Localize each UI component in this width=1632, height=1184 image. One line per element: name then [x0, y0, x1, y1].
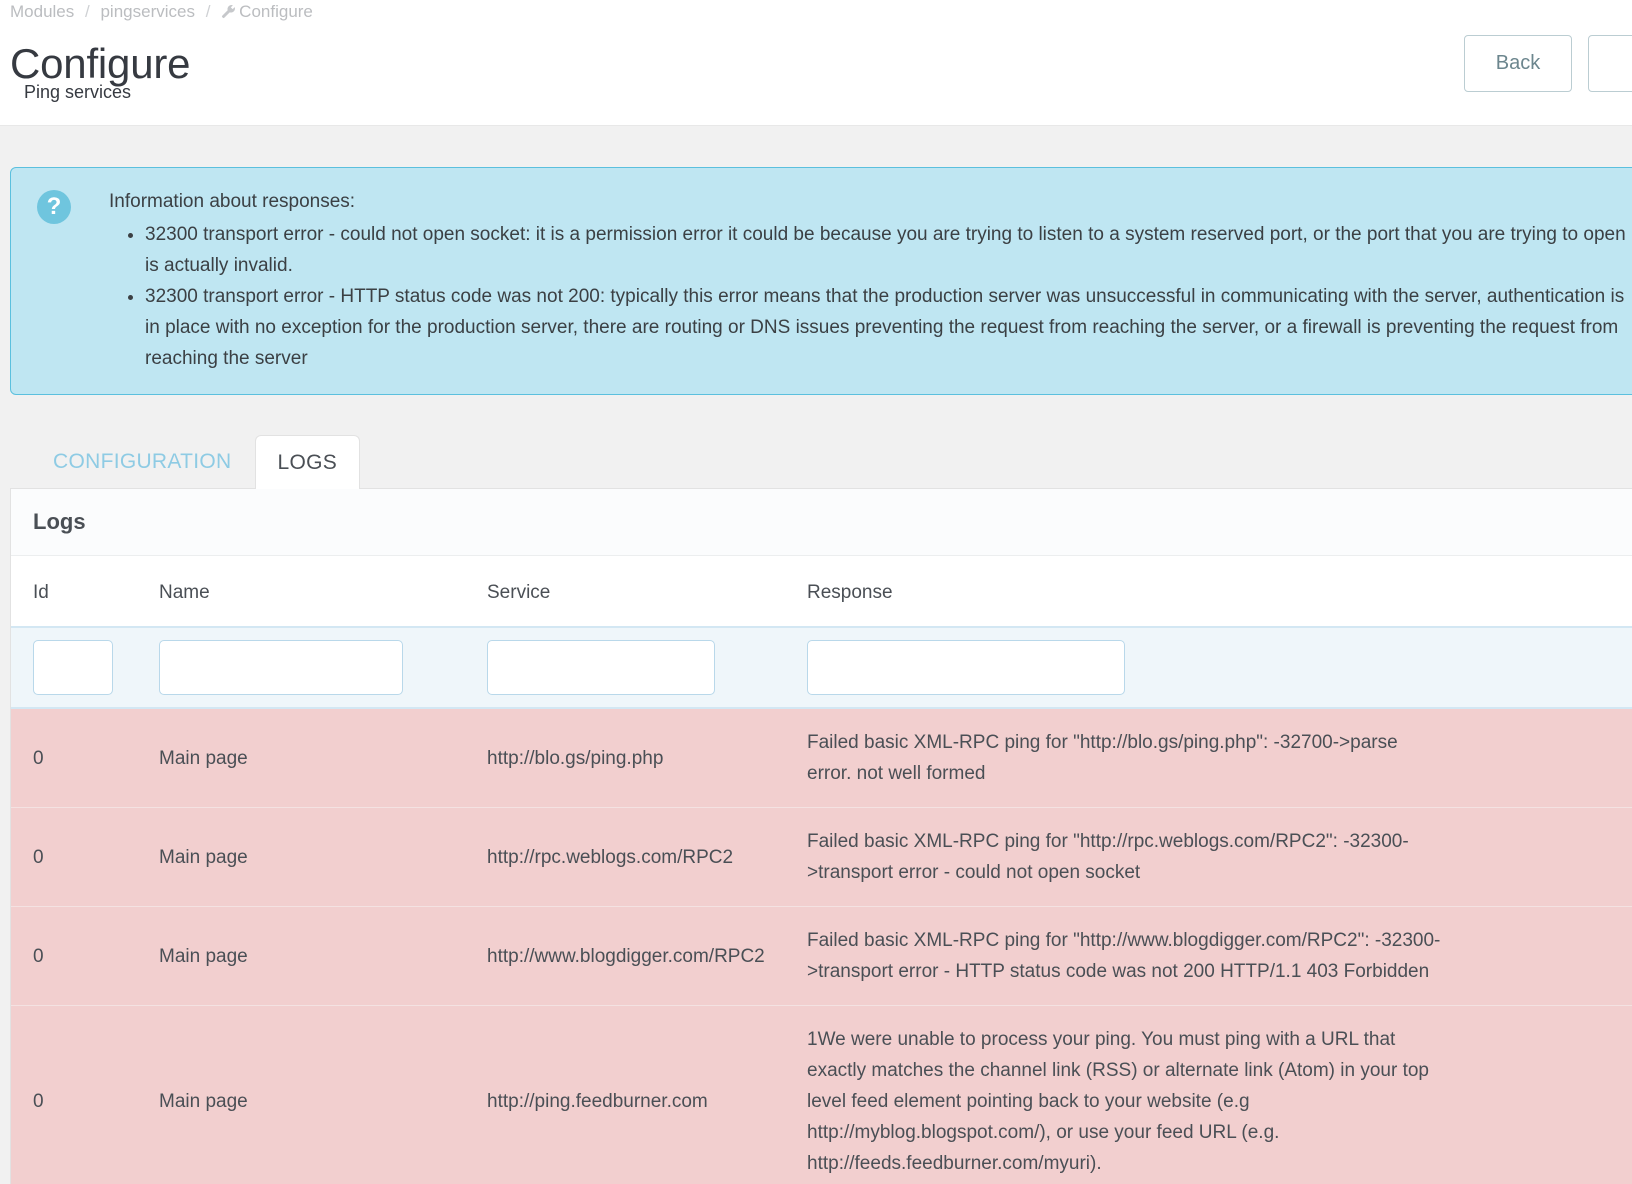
header-actions: Back Tr — [1464, 35, 1632, 92]
filter-cell-actions — [1455, 627, 1632, 709]
cell-response: Failed basic XML-RPC ping for "http://ww… — [785, 906, 1455, 1006]
page-title-block: Configure Ping services — [10, 40, 191, 102]
cell-response: 1We were unable to process your ping. Yo… — [785, 1005, 1455, 1184]
tab-configuration[interactable]: CONFIGURATION — [30, 434, 255, 488]
cell-actions — [1455, 807, 1632, 907]
table-filter-row — [11, 627, 1632, 709]
breadcrumb-item-modules[interactable]: Modules — [10, 2, 74, 21]
cell-actions — [1455, 1005, 1632, 1184]
breadcrumb: Modules / pingservices / Configure — [10, 2, 313, 24]
cell-service: http://rpc.weblogs.com/RPC2 — [465, 807, 785, 907]
cell-id: 0 — [11, 906, 137, 1006]
filter-cell-service — [465, 627, 785, 709]
cell-service: http://ping.feedburner.com — [465, 1005, 785, 1184]
cell-service: http://blo.gs/ping.php — [465, 708, 785, 808]
column-header-service[interactable]: Service — [465, 556, 785, 628]
alert-intro: Information about responses: — [109, 191, 356, 212]
page-header: Modules / pingservices / Configure Confi… — [0, 0, 1632, 126]
table-row[interactable]: 0 Main page http://www.blogdigger.com/RP… — [11, 906, 1632, 1006]
logs-panel: Logs Id Name Service Response 0 Main pag… — [10, 488, 1632, 1184]
column-header-response[interactable]: Response — [785, 556, 1455, 628]
filter-input-response[interactable] — [807, 640, 1125, 695]
cell-name: Main page — [137, 807, 465, 907]
page-root: Modules / pingservices / Configure Confi… — [0, 0, 1632, 1184]
breadcrumb-separator: / — [85, 2, 90, 21]
cell-name: Main page — [137, 906, 465, 1006]
cell-id: 0 — [11, 807, 137, 907]
cell-name: Main page — [137, 708, 465, 808]
table-row[interactable]: 0 Main page http://rpc.weblogs.com/RPC2 … — [11, 807, 1632, 907]
tab-logs[interactable]: LOGS — [254, 435, 361, 489]
column-header-name[interactable]: Name — [137, 556, 465, 628]
filter-input-id[interactable] — [33, 640, 113, 695]
filter-cell-response — [785, 627, 1455, 709]
cell-name: Main page — [137, 1005, 465, 1184]
breadcrumb-label: Configure — [239, 2, 313, 21]
alert-list-item: 32300 transport error - HTTP status code… — [145, 281, 1627, 374]
table-row[interactable]: 0 Main page http://blo.gs/ping.php Faile… — [11, 708, 1632, 808]
column-header-id[interactable]: Id — [11, 556, 137, 628]
back-button[interactable]: Back — [1464, 35, 1572, 92]
translations-button[interactable]: Tr — [1588, 35, 1632, 92]
cell-response: Failed basic XML-RPC ping for "http://rp… — [785, 807, 1455, 907]
alert-list-item: 32300 transport error - could not open s… — [145, 219, 1627, 281]
panel-heading: Logs — [11, 489, 1632, 556]
info-alert: ? Information about responses: 32300 tra… — [10, 167, 1632, 395]
cell-response: Failed basic XML-RPC ping for "http://bl… — [785, 708, 1455, 808]
breadcrumb-item-configure: Configure — [221, 2, 313, 21]
table-body: 0 Main page http://blo.gs/ping.php Faile… — [11, 627, 1632, 1184]
table-header: Id Name Service Response — [11, 556, 1632, 628]
logs-table: Id Name Service Response 0 Main page htt… — [11, 556, 1632, 1184]
wrench-icon — [221, 4, 236, 24]
filter-cell-id — [11, 627, 137, 709]
filter-cell-name — [137, 627, 465, 709]
table-row[interactable]: 0 Main page http://ping.feedburner.com 1… — [11, 1005, 1632, 1184]
tab-bar: CONFIGURATION LOGS — [10, 433, 1622, 489]
filter-input-service[interactable] — [487, 640, 715, 695]
cell-actions — [1455, 906, 1632, 1006]
filter-input-name[interactable] — [159, 640, 403, 695]
column-header-actions — [1455, 556, 1632, 628]
alert-list: 32300 transport error - could not open s… — [109, 219, 1627, 374]
cell-id: 0 — [11, 708, 137, 808]
question-mark-icon: ? — [37, 190, 71, 224]
alert-body: Information about responses: 32300 trans… — [109, 186, 1627, 374]
breadcrumb-separator: / — [205, 2, 211, 21]
cell-service: http://www.blogdigger.com/RPC2 — [465, 906, 785, 1006]
page-title: Configure — [10, 40, 191, 87]
cell-id: 0 — [11, 1005, 137, 1184]
table-header-row: Id Name Service Response — [11, 556, 1632, 628]
cell-actions — [1455, 708, 1632, 808]
page-content: ? Information about responses: 32300 tra… — [0, 167, 1632, 1184]
breadcrumb-item-pingservices[interactable]: pingservices — [100, 2, 195, 21]
